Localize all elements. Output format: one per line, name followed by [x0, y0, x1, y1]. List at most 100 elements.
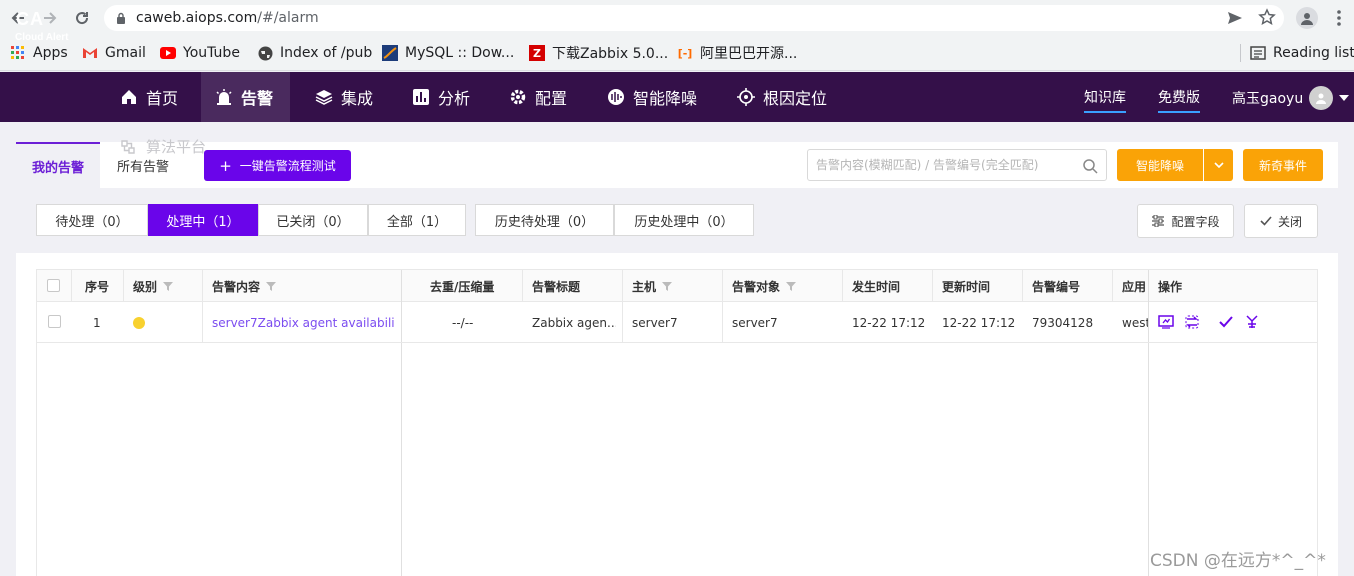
knowledge-base-link[interactable]: 知识库 — [1084, 87, 1126, 113]
reload-button[interactable] — [70, 6, 94, 30]
address-bar[interactable]: caweb.aiops.com/#/alarm — [104, 5, 1284, 31]
bookmarks-divider — [1240, 44, 1241, 62]
fixed-column-divider — [401, 270, 402, 576]
resolve-check-icon[interactable] — [1218, 314, 1234, 330]
th-occurred: 发生时间 — [852, 279, 901, 294]
home-icon — [122, 90, 136, 104]
menu-config[interactable]: 配置 — [509, 72, 567, 122]
merge-icon[interactable] — [1244, 314, 1260, 330]
config-fields-label: 配置字段 — [1171, 214, 1220, 229]
search-input[interactable] — [816, 150, 1076, 180]
bookmark-star-icon[interactable] — [1258, 8, 1276, 30]
algorithm-platform-ghost: 算法平台 — [120, 136, 206, 157]
reload-icon — [76, 12, 89, 25]
bookmark-label: Index of /pub — [280, 45, 373, 61]
filter-closed[interactable]: 已关闭（0） — [258, 204, 368, 236]
bookmark-label: YouTube — [183, 45, 240, 61]
forward-arrow-icon — [44, 12, 57, 24]
col-sep — [932, 270, 933, 302]
th-label: 告警对象 — [732, 279, 781, 294]
filter-pending[interactable]: 待处理（0） — [36, 204, 148, 236]
menu-home[interactable]: 首页 — [120, 72, 178, 122]
chevron-down-icon — [1213, 162, 1224, 168]
search-icon[interactable] — [1082, 158, 1098, 174]
bookmark-label: Gmail — [105, 45, 146, 61]
gear-icon — [510, 89, 526, 105]
filter-processing[interactable]: 处理中（1） — [148, 204, 258, 236]
bookmark-index-of-pub[interactable]: Index of /pub — [257, 44, 372, 62]
filter-icon[interactable] — [786, 281, 797, 291]
bookmark-label: MySQL :: Dow... — [405, 45, 515, 61]
smart-denoise-dropdown[interactable] — [1204, 149, 1233, 181]
profile-icon[interactable] — [1296, 7, 1318, 29]
th-object[interactable]: 告警对象 — [732, 270, 797, 302]
menu-integration[interactable]: 集成 — [315, 72, 373, 122]
menu-analysis[interactable]: 分析 — [412, 72, 470, 122]
close-label: 关闭 — [1277, 214, 1302, 229]
menu-label: 告警 — [241, 89, 274, 108]
th-content[interactable]: 告警内容 — [212, 270, 277, 302]
tab-my-alarms[interactable]: 我的告警 — [16, 142, 100, 188]
col-sep — [522, 270, 523, 302]
menu-smart-denoise[interactable]: 智能降噪 — [607, 72, 697, 122]
bookmark-apps[interactable]: Apps — [10, 44, 68, 62]
bookmark-mysql[interactable]: MySQL :: Dow... — [382, 44, 514, 62]
mysql-icon — [382, 45, 398, 61]
row-checkbox[interactable] — [48, 315, 61, 328]
filter-icon[interactable] — [266, 281, 277, 291]
lock-icon — [117, 12, 125, 24]
ops-column-divider — [1148, 270, 1149, 576]
siren-icon — [216, 89, 232, 105]
th-label: 告警内容 — [212, 279, 261, 294]
close-button[interactable]: 关闭 — [1244, 204, 1318, 238]
th-host[interactable]: 主机 — [632, 270, 673, 302]
bookmark-gmail[interactable]: Gmail — [82, 44, 146, 62]
select-all-checkbox[interactable] — [47, 279, 60, 292]
menu-label: 分析 — [438, 89, 471, 108]
col-sep — [842, 270, 843, 302]
user-menu[interactable]: 高玉gaoyu — [1232, 86, 1350, 110]
filter-icon[interactable] — [163, 281, 174, 291]
avatar — [1309, 86, 1334, 110]
bookmark-label: Apps — [33, 45, 68, 61]
youtube-icon — [160, 45, 176, 61]
menu-label: 首页 — [146, 89, 179, 108]
menu-root-cause[interactable]: 根因定位 — [737, 72, 827, 122]
flow-icon — [121, 139, 135, 154]
filter-all[interactable]: 全部（1） — [368, 204, 466, 236]
cell-dedup: --/-- — [452, 315, 474, 330]
col-sep — [1022, 270, 1023, 302]
col-sep — [123, 270, 124, 302]
th-level[interactable]: 级别 — [133, 270, 174, 302]
filter-history-pending[interactable]: 历史待处理（0） — [475, 204, 614, 236]
new-event-button[interactable]: 新奇事件 — [1243, 149, 1323, 181]
url-path: /#/alarm — [257, 10, 319, 26]
col-sep — [1112, 270, 1113, 302]
col-sep — [202, 270, 203, 342]
bookmark-youtube[interactable]: YouTube — [160, 44, 240, 62]
menu-label: 集成 — [341, 89, 374, 108]
ghost-label: 算法平台 — [146, 138, 207, 156]
view-detail-icon[interactable] — [1158, 314, 1174, 330]
cell-host: server7 — [632, 315, 678, 330]
bookmark-alibaba[interactable]: [-] 阿里巴巴开源... — [677, 44, 798, 62]
cell-app: west — [1122, 315, 1148, 330]
config-fields-button[interactable]: 配置字段 — [1137, 204, 1234, 238]
menu-alarm[interactable]: 告警 — [201, 72, 290, 122]
url-host: caweb.aiops.com — [136, 10, 258, 26]
filter-icon[interactable] — [662, 281, 673, 291]
transfer-icon[interactable] — [1184, 314, 1200, 330]
smart-denoise-button[interactable]: 智能降噪 — [1117, 149, 1203, 181]
bar-chart-icon — [413, 89, 429, 105]
bookmark-zabbix[interactable]: Z 下载Zabbix 5.0... — [529, 44, 668, 62]
layers-icon — [315, 90, 333, 105]
filter-history-processing[interactable]: 历史处理中（0） — [614, 204, 754, 236]
send-icon[interactable] — [1226, 10, 1244, 30]
logo[interactable]: CA — [16, 9, 44, 30]
reading-list-button[interactable]: Reading list — [1250, 44, 1354, 62]
test-flow-button[interactable]: + 一键告警流程测试 — [204, 150, 351, 181]
cell-content-link[interactable]: server7Zabbix agent availabilit... — [212, 303, 394, 342]
more-vert-icon[interactable] — [1336, 9, 1342, 31]
free-edition-link[interactable]: 免费版 — [1158, 87, 1200, 113]
th-dedup: 去重/压缩量 — [430, 279, 495, 294]
